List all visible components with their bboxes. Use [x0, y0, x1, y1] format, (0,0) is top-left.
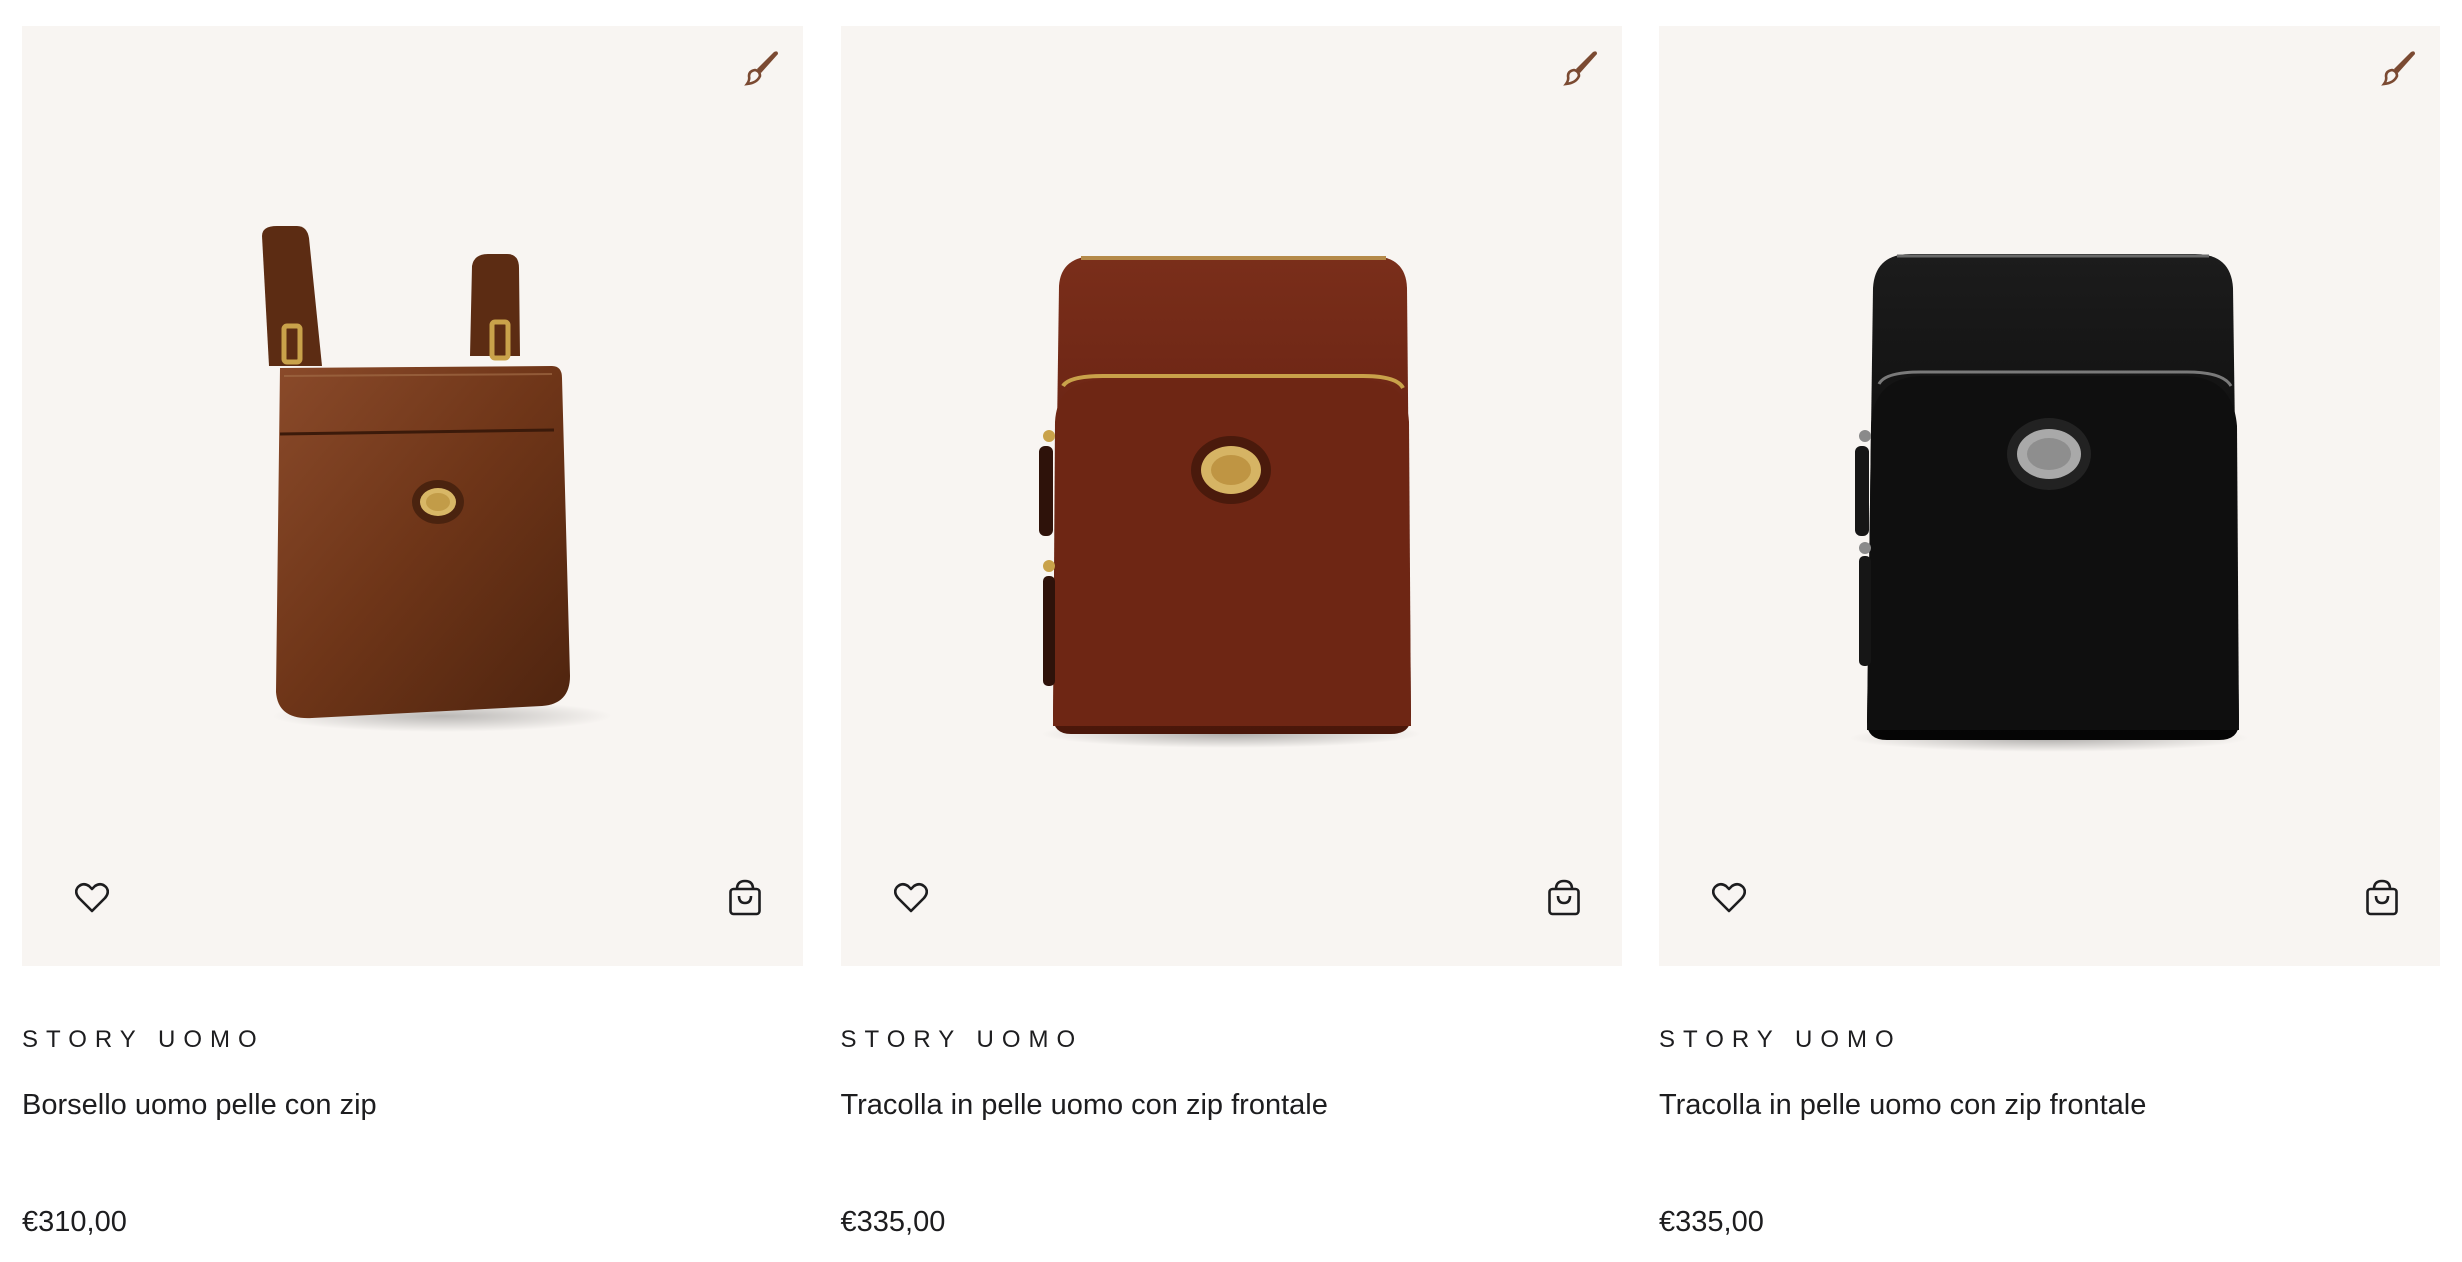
add-to-cart-button[interactable]: [1542, 876, 1586, 920]
shopping-bag-icon: [729, 879, 761, 916]
product-title[interactable]: Tracolla in pelle uomo con zip frontale: [1659, 1088, 2440, 1123]
paintbrush-icon: [744, 51, 778, 86]
wishlist-button[interactable]: [1707, 876, 1751, 920]
heart-icon: [75, 882, 109, 913]
product-image[interactable]: [841, 26, 1622, 966]
paintbrush-icon: [2381, 51, 2415, 86]
paintbrush-icon: [1562, 51, 1597, 86]
customize-button[interactable]: [1554, 42, 1606, 94]
customize-button[interactable]: [735, 42, 787, 94]
product-image-area[interactable]: [22, 26, 803, 966]
product-grid: STORY UOMO Borsello uomo pelle con zip €…: [22, 26, 2440, 1238]
product-price: €310,00: [22, 1206, 127, 1238]
heart-icon: [1712, 882, 1746, 913]
product-collection: STORY UOMO: [840, 1026, 1084, 1053]
product-image-area[interactable]: [1659, 26, 2440, 966]
product-price: €335,00: [840, 1206, 946, 1238]
product-image[interactable]: [22, 26, 803, 966]
product-title[interactable]: Tracolla in pelle uomo con zip frontale: [841, 1088, 1622, 1123]
add-to-cart-button[interactable]: [2360, 876, 2404, 920]
shopping-bag-icon: [2366, 879, 2398, 916]
product-collection: STORY UOMO: [1659, 1026, 1902, 1053]
heart-icon: [893, 882, 928, 913]
product-image-area[interactable]: [840, 26, 1622, 966]
product-card[interactable]: STORY UOMO Borsello uomo pelle con zip €…: [22, 26, 803, 1238]
product-title[interactable]: Borsello uomo pelle con zip: [22, 1088, 803, 1123]
wishlist-button[interactable]: [70, 876, 114, 920]
product-card[interactable]: STORY UOMO Tracolla in pelle uomo con zi…: [840, 26, 1622, 1238]
add-to-cart-button[interactable]: [723, 876, 767, 920]
product-collection: STORY UOMO: [22, 1026, 265, 1053]
shopping-bag-icon: [1547, 879, 1580, 916]
product-card[interactable]: STORY UOMO Tracolla in pelle uomo con zi…: [1659, 26, 2440, 1238]
product-image[interactable]: [1659, 26, 2440, 966]
product-price: €335,00: [1659, 1206, 1764, 1238]
customize-button[interactable]: [2372, 42, 2424, 94]
wishlist-button[interactable]: [889, 876, 933, 920]
